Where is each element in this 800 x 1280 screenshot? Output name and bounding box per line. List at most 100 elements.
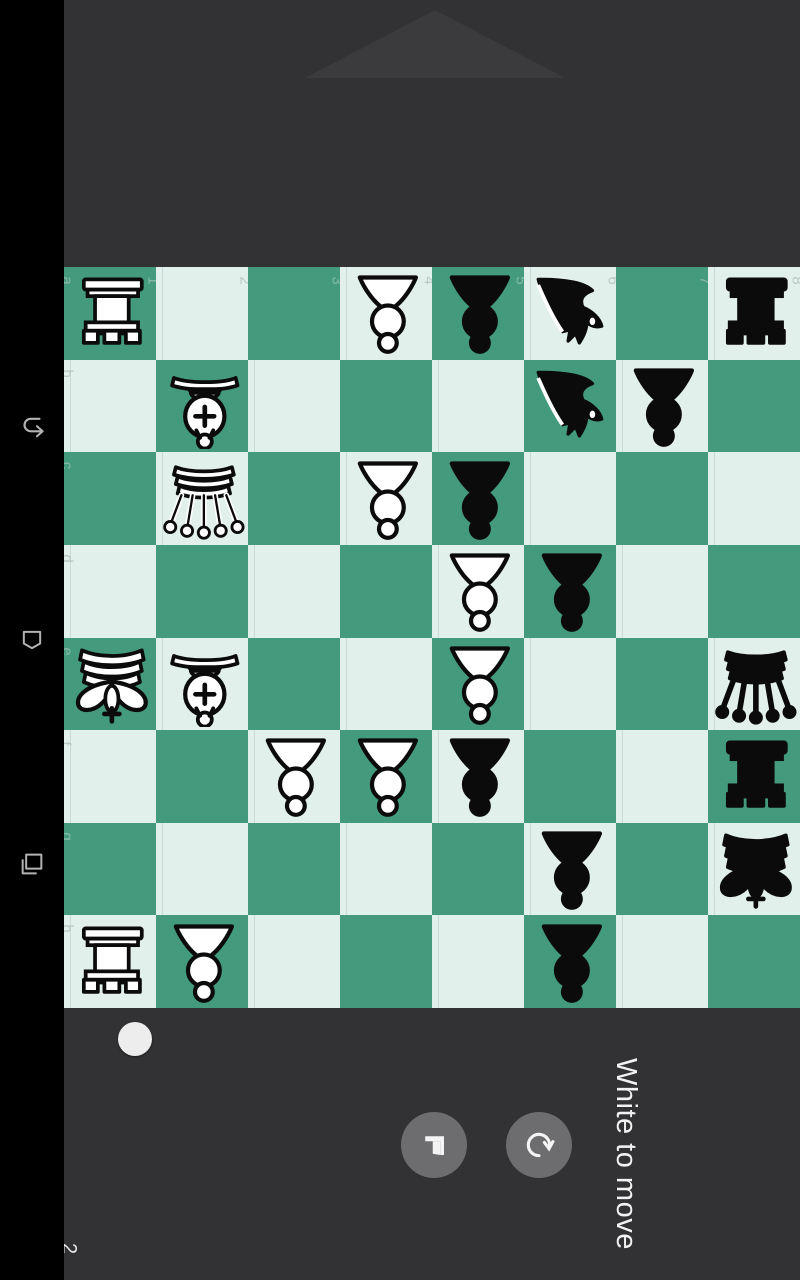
piece-black-pawn[interactable] [432,730,524,823]
board-square-f8[interactable] [708,730,800,823]
board-square-h2[interactable] [156,915,248,1008]
board-square-c1[interactable]: c [64,452,156,545]
board-square-h5[interactable] [432,915,524,1008]
board-square-c5[interactable] [432,452,524,545]
board-square-g5[interactable] [432,822,524,916]
board-square-e2[interactable] [156,637,248,731]
board-square-f6[interactable] [524,730,616,823]
board-square-g6[interactable] [524,822,616,916]
piece-white-bishop[interactable] [156,360,248,453]
board-square-a6[interactable]: 6 [524,267,616,360]
board-square-h6[interactable] [524,915,616,1008]
undo-button[interactable] [506,1112,572,1178]
piece-white-pawn[interactable] [340,267,432,360]
board-square-e4[interactable] [340,637,432,731]
board-square-e3[interactable] [248,637,340,731]
board-square-a4[interactable]: 4 [340,267,432,360]
board-square-a8[interactable]: 8 [708,267,800,360]
board-square-b4[interactable] [340,359,432,453]
piece-white-bishop[interactable] [156,638,248,731]
board-square-g7[interactable] [616,822,708,916]
piece-black-rook[interactable] [708,730,800,823]
board-square-a2[interactable]: 2 [156,267,248,360]
board-square-d1[interactable]: d [64,544,156,638]
piece-white-pawn[interactable] [156,915,248,1008]
board-square-a7[interactable]: 7 [616,267,708,360]
home-button[interactable] [0,608,64,672]
board-square-e7[interactable] [616,637,708,731]
board-square-h8[interactable] [708,915,800,1008]
piece-black-knight[interactable] [524,267,616,360]
piece-white-pawn[interactable] [248,730,340,823]
piece-white-pawn[interactable] [340,730,432,823]
board-square-b5[interactable] [432,359,524,453]
board-square-a3[interactable]: 3 [248,267,340,360]
board-square-f7[interactable] [616,730,708,823]
board-square-b3[interactable] [248,359,340,453]
board-square-b8[interactable] [708,359,800,453]
board-square-f3[interactable] [248,730,340,823]
chess-board[interactable]: a1 2 34 5 6 78 b [64,267,800,1008]
board-square-h4[interactable] [340,915,432,1008]
board-square-g4[interactable] [340,822,432,916]
piece-black-pawn[interactable] [432,452,524,545]
board-square-h1[interactable]: h [64,915,156,1008]
board-square-h3[interactable] [248,915,340,1008]
board-square-d7[interactable] [616,544,708,638]
board-square-f5[interactable] [432,730,524,823]
board-square-g1[interactable]: g [64,822,156,916]
piece-black-pawn[interactable] [432,267,524,360]
board-square-g2[interactable] [156,822,248,916]
piece-black-rook[interactable] [708,267,800,360]
turn-indicator-dot [118,1022,152,1056]
board-square-d3[interactable] [248,544,340,638]
piece-white-queen[interactable] [156,452,248,545]
board-square-b2[interactable] [156,359,248,453]
piece-white-pawn[interactable] [432,638,524,731]
piece-black-pawn[interactable] [616,360,708,453]
board-square-g3[interactable] [248,822,340,916]
board-square-e1[interactable]: e [64,637,156,731]
board-square-h7[interactable] [616,915,708,1008]
board-square-c7[interactable] [616,452,708,545]
piece-white-king[interactable] [64,638,156,731]
file-label-g: g [64,832,76,840]
board-square-d8[interactable] [708,544,800,638]
board-square-b6[interactable] [524,359,616,453]
back-button[interactable] [0,393,64,457]
piece-black-pawn[interactable] [524,915,616,1008]
board-square-a1[interactable]: a1 [64,267,156,360]
board-square-d4[interactable] [340,544,432,638]
piece-white-pawn[interactable] [432,545,524,638]
board-square-e6[interactable] [524,637,616,731]
board-square-f4[interactable] [340,730,432,823]
piece-white-pawn[interactable] [340,452,432,545]
board-square-f2[interactable] [156,730,248,823]
piece-black-pawn[interactable] [524,823,616,916]
file-label-f: f [64,742,74,746]
board-square-f1[interactable]: f [64,730,156,823]
board-square-c8[interactable] [708,452,800,545]
recents-button[interactable] [0,832,64,896]
flag-button[interactable] [401,1112,467,1178]
board-square-b1[interactable]: b [64,359,156,453]
board-square-c3[interactable] [248,452,340,545]
board-square-g8[interactable] [708,822,800,916]
piece-white-rook[interactable] [64,915,156,1008]
piece-black-king[interactable] [708,823,800,916]
rank-label-2: 2 [236,276,248,284]
board-square-d6[interactable] [524,544,616,638]
board-square-a5[interactable]: 5 [432,267,524,360]
board-square-c2[interactable] [156,452,248,545]
board-square-d2[interactable] [156,544,248,638]
board-square-c6[interactable] [524,452,616,545]
piece-black-knight[interactable] [524,360,616,453]
board-square-c4[interactable] [340,452,432,545]
piece-black-pawn[interactable] [524,545,616,638]
board-square-d5[interactable] [432,544,524,638]
board-square-e5[interactable] [432,637,524,731]
piece-white-rook[interactable] [64,267,156,360]
board-square-b7[interactable] [616,359,708,453]
board-square-e8[interactable] [708,637,800,731]
piece-black-queen[interactable] [708,638,800,731]
